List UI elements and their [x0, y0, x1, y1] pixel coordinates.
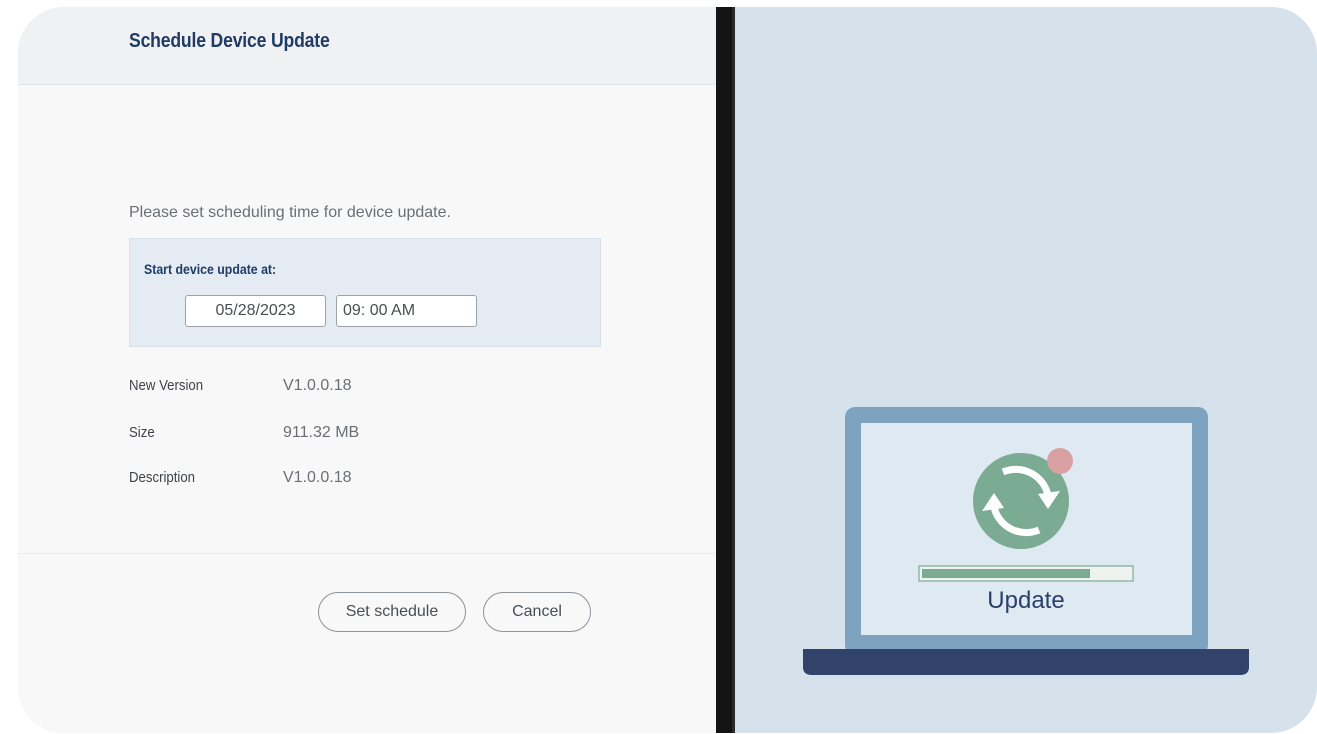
time-input[interactable]	[336, 295, 477, 327]
info-label: New Version	[129, 377, 204, 394]
info-label: Size	[129, 424, 155, 441]
progress-bar	[918, 565, 1134, 582]
app-frame: Schedule Device Update Please set schedu…	[18, 7, 1317, 733]
set-schedule-button[interactable]: Set schedule	[318, 592, 466, 632]
update-label: Update	[987, 587, 1064, 614]
laptop-base	[803, 649, 1249, 675]
dialog-header: Schedule Device Update	[18, 7, 716, 85]
cancel-button[interactable]: Cancel	[483, 592, 591, 632]
date-input[interactable]	[185, 295, 326, 327]
start-update-label: Start device update at:	[144, 261, 277, 277]
info-value: 911.32 MB	[283, 424, 360, 441]
schedule-panel: Start device update at:	[129, 238, 601, 347]
progress-fill	[922, 569, 1090, 578]
instruction-text: Please set scheduling time for device up…	[129, 204, 451, 221]
footer-divider	[18, 553, 716, 554]
update-illustration: Update	[735, 7, 1317, 733]
info-value: V1.0.0.18	[283, 469, 352, 486]
panel-divider	[716, 7, 735, 733]
info-label: Description	[129, 469, 196, 486]
laptop-illustration: Update	[803, 407, 1249, 675]
info-value: V1.0.0.18	[283, 377, 352, 394]
schedule-dialog: Schedule Device Update Please set schedu…	[18, 7, 716, 733]
dialog-title: Schedule Device Update	[129, 30, 330, 52]
notification-dot-icon	[1047, 448, 1073, 474]
